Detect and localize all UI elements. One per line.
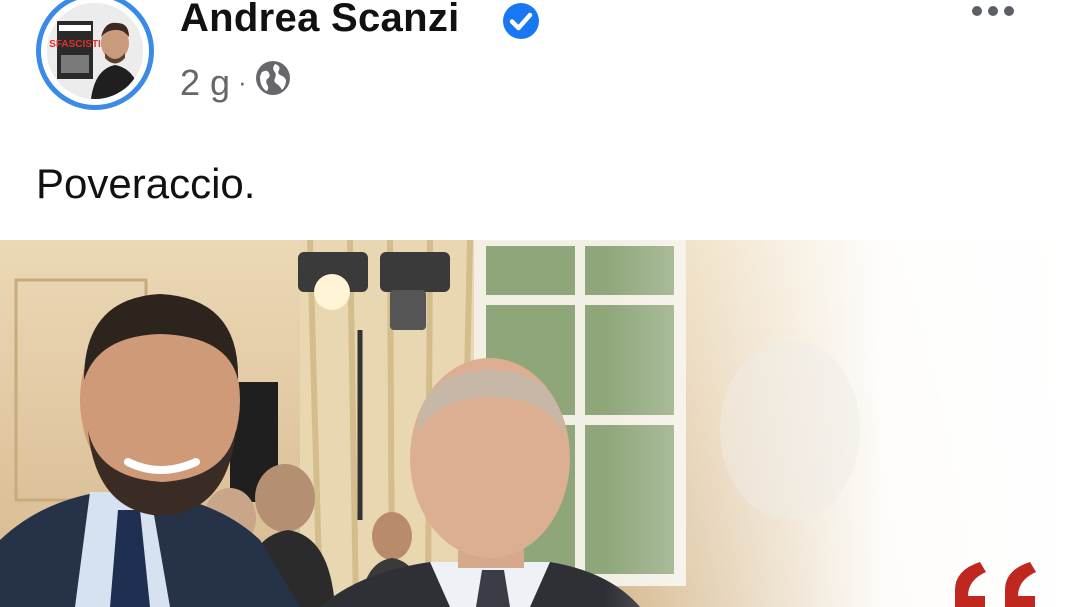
verified-badge-icon [502,2,540,45]
post-text: Poveraccio. [36,160,256,207]
avatar-image: SFASCISTI [47,3,143,99]
more-dot [1004,6,1014,16]
author-name[interactable]: Andrea Scanzi [180,0,460,41]
meta-separator: · [238,67,247,97]
avatar-book-title: SFASCISTI [49,39,101,50]
post-meta: 2 g · [180,60,291,105]
more-dot [988,6,998,16]
post-image[interactable] [0,240,1080,607]
more-dot [972,6,982,16]
globe-icon[interactable] [255,60,291,105]
post-time[interactable]: 2 g [180,62,230,104]
more-options-button[interactable] [972,6,1014,16]
avatar[interactable]: SFASCISTI [36,0,154,110]
